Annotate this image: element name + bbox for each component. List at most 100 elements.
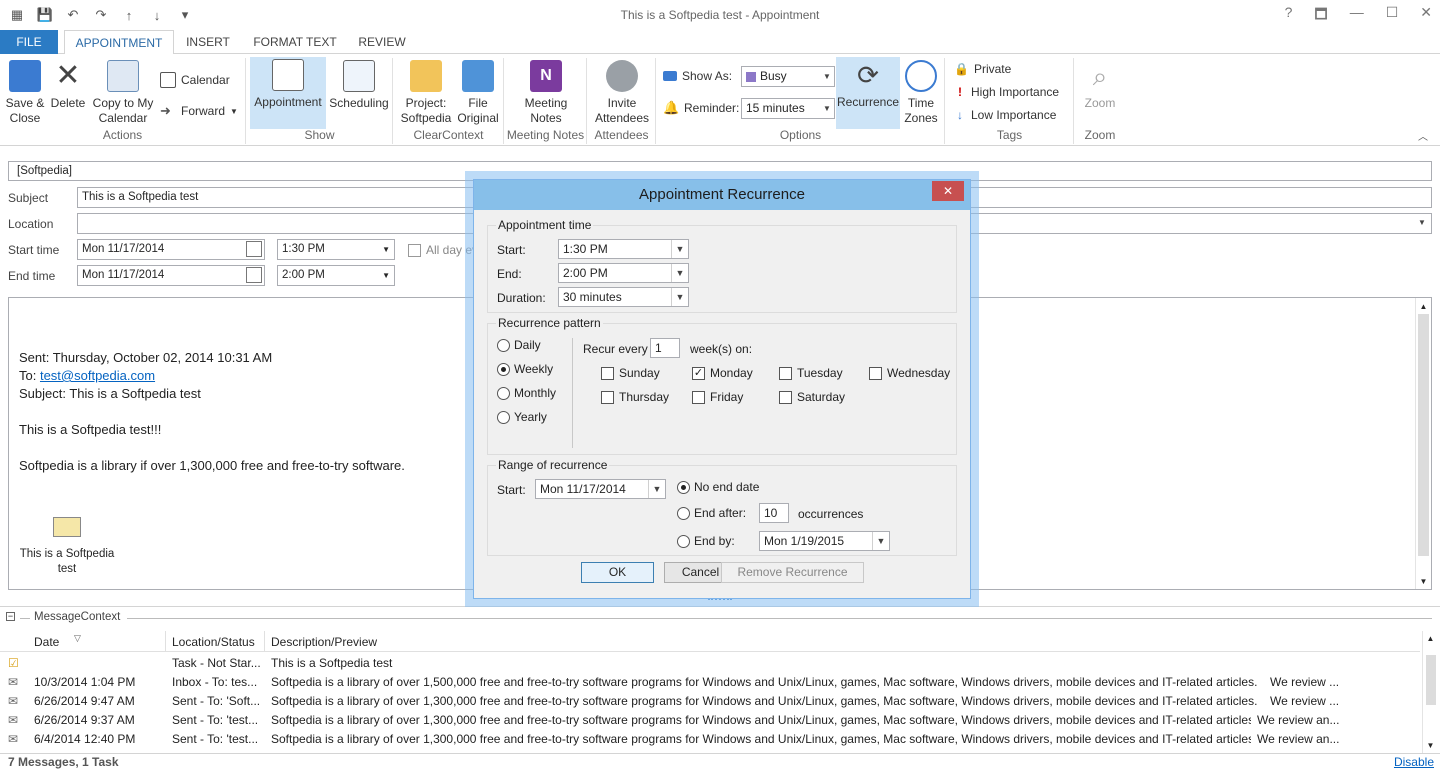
tab-insert[interactable]: INSERT xyxy=(178,30,238,54)
minimize-button[interactable]: — xyxy=(1350,4,1364,28)
private-button[interactable]: 🔒 Private xyxy=(954,62,1011,76)
zoom-button[interactable]: ⌕ Zoom xyxy=(1079,58,1121,111)
mail-icon: ✉ xyxy=(8,675,19,689)
reminder-label: 🔔 Reminder: xyxy=(663,100,740,115)
tab-file[interactable]: FILE xyxy=(0,30,58,54)
reminder-select[interactable]: 15 minutes ▼ xyxy=(741,98,835,119)
remove-recurrence-button[interactable]: Remove Recurrence xyxy=(721,562,864,583)
range-of-recurrence-group: Range of recurrence Start: Mon 11/17/201… xyxy=(487,458,957,556)
close-button[interactable]: ✕ xyxy=(1420,4,1432,28)
delete-button[interactable]: ✕ Delete xyxy=(48,58,88,111)
column-description[interactable]: Description/Preview xyxy=(271,635,377,649)
scroll-up-icon[interactable]: ▲ xyxy=(1416,302,1431,311)
calendar-icon xyxy=(160,72,176,88)
table-row[interactable]: ☑ Task - Not Star... This is a Softpedia… xyxy=(0,654,1420,673)
sent-line: Sent: Thursday, October 02, 2014 10:31 A… xyxy=(19,350,273,365)
maximize-button[interactable]: ☐ xyxy=(1386,4,1399,28)
help-button[interactable]: ? xyxy=(1285,4,1293,28)
mail-icon: ✉ xyxy=(8,694,19,708)
meeting-notes-button[interactable]: N Meeting Notes xyxy=(511,58,581,126)
calendar-button[interactable]: Calendar xyxy=(160,72,230,88)
tab-appointment[interactable]: APPOINTMENT xyxy=(64,30,174,55)
appointment-icon xyxy=(272,59,304,91)
tuesday-checkbox[interactable]: Tuesday xyxy=(779,366,843,380)
start-time-combo[interactable]: 1:30 PM ▼ xyxy=(558,239,689,259)
disable-link[interactable]: Disable xyxy=(1394,755,1434,769)
scroll-down-icon[interactable]: ▼ xyxy=(1416,577,1431,586)
recur-every-input[interactable]: 1 xyxy=(650,338,680,358)
column-date[interactable]: Date xyxy=(34,635,59,649)
scroll-thumb[interactable] xyxy=(1418,314,1429,556)
daily-radio[interactable]: Daily xyxy=(497,338,541,352)
scroll-thumb[interactable] xyxy=(1426,655,1436,705)
invite-attendees-button[interactable]: Invite Attendees xyxy=(590,58,654,126)
collapse-ribbon-icon[interactable]: ︿ xyxy=(1418,128,1428,143)
calendar-icon[interactable] xyxy=(246,241,262,257)
end-by-radio[interactable]: End by: xyxy=(677,534,735,548)
wednesday-checkbox[interactable]: Wednesday xyxy=(869,366,950,380)
email-link[interactable]: test@softpedia.com xyxy=(40,368,155,383)
table-scrollbar[interactable]: ▲ ▼ xyxy=(1422,631,1438,753)
thursday-checkbox[interactable]: Thursday xyxy=(601,390,669,404)
end-time-select[interactable]: 2:00 PM ▼ xyxy=(277,265,395,286)
table-row[interactable]: ✉ 10/3/2014 1:04 PM Inbox - To: tes... S… xyxy=(0,673,1420,692)
chevron-down-icon: ▼ xyxy=(872,532,889,550)
time-zones-button[interactable]: Time Zones xyxy=(901,58,941,126)
yearly-radio[interactable]: Yearly xyxy=(497,410,547,424)
forward-button[interactable]: ➜ Forward ▼ xyxy=(160,103,238,119)
calendar-icon[interactable] xyxy=(246,267,262,283)
sort-icon: ▽ xyxy=(74,633,81,643)
attachment-label[interactable]: This is a Softpedia test xyxy=(17,547,117,577)
project-button[interactable]: Project: Softpedia xyxy=(396,58,456,126)
range-start-combo[interactable]: Mon 11/17/2014 ▼ xyxy=(535,479,666,499)
recurrence-button[interactable]: ⟳ Recurrence xyxy=(836,57,900,129)
file-original-button[interactable]: File Original xyxy=(454,58,502,126)
high-importance-button[interactable]: ! High Importance xyxy=(954,85,1059,99)
occurrences-input[interactable]: 10 xyxy=(759,503,789,523)
no-end-date-radio[interactable]: No end date xyxy=(677,480,759,494)
collapse-icon[interactable]: − xyxy=(6,612,15,621)
dialog-close-button[interactable]: ✕ xyxy=(932,181,964,201)
table-row[interactable]: ✉ 6/26/2014 9:47 AM Sent - To: 'Soft... … xyxy=(0,692,1420,711)
show-as-select[interactable]: Busy ▼ xyxy=(741,66,835,87)
friday-checkbox[interactable]: Friday xyxy=(692,390,743,404)
column-location[interactable]: Location/Status xyxy=(172,635,255,649)
ok-button[interactable]: OK xyxy=(581,562,654,583)
show-as-label: Show As: xyxy=(663,69,732,83)
tab-format-text[interactable]: FORMAT TEXT xyxy=(245,30,345,54)
monthly-radio[interactable]: Monthly xyxy=(497,386,556,400)
saturday-checkbox[interactable]: Saturday xyxy=(779,390,845,404)
end-date-input[interactable]: Mon 11/17/2014 xyxy=(77,265,265,286)
table-row[interactable]: ✉ 6/26/2014 9:37 AM Sent - To: 'test... … xyxy=(0,711,1420,730)
scroll-down-icon[interactable]: ▼ xyxy=(1423,741,1438,750)
start-date-input[interactable]: Mon 11/17/2014 xyxy=(77,239,265,260)
ribbon: Save & Close ✕ Delete Copy to My Calenda… xyxy=(0,54,1440,146)
save-close-button[interactable]: Save & Close xyxy=(2,58,48,126)
envelope-icon[interactable] xyxy=(53,517,81,537)
copy-to-calendar-button[interactable]: Copy to My Calendar xyxy=(90,58,156,126)
ribbon-display-button[interactable]: 🗖 xyxy=(1314,4,1327,28)
end-by-combo[interactable]: Mon 1/19/2015 ▼ xyxy=(759,531,890,551)
duration-combo[interactable]: 30 minutes ▼ xyxy=(558,287,689,307)
low-importance-button[interactable]: ↓ Low Importance xyxy=(954,108,1056,122)
scroll-up-icon[interactable]: ▲ xyxy=(1423,634,1438,643)
start-time-label: Start time xyxy=(8,243,60,257)
monday-checkbox[interactable]: ✓ Monday xyxy=(692,366,753,380)
tab-review[interactable]: REVIEW xyxy=(352,30,412,54)
body-line-1: This is a Softpedia test!!! xyxy=(19,422,162,437)
message-context-title: MessageContext xyxy=(34,611,121,623)
weekly-radio[interactable]: Weekly xyxy=(497,362,553,376)
status-count: 7 Messages, 1 Task xyxy=(8,755,119,769)
table-row[interactable]: ✉ 6/4/2014 12:40 PM Sent - To: 'test... … xyxy=(0,730,1420,749)
down-arrow-icon: ↓ xyxy=(957,108,963,122)
appointment-view-button[interactable]: Appointment xyxy=(250,57,326,129)
all-day-checkbox[interactable]: All day ev xyxy=(408,243,478,257)
end-after-radio[interactable]: End after: xyxy=(677,506,746,520)
chevron-down-icon[interactable]: ▼ xyxy=(1418,218,1426,227)
task-icon: ☑ xyxy=(8,656,19,670)
sunday-checkbox[interactable]: Sunday xyxy=(601,366,660,380)
end-time-combo[interactable]: 2:00 PM ▼ xyxy=(558,263,689,283)
scheduling-button[interactable]: Scheduling xyxy=(327,58,391,111)
start-time-select[interactable]: 1:30 PM ▼ xyxy=(277,239,395,260)
body-scrollbar[interactable]: ▲ ▼ xyxy=(1415,298,1431,589)
